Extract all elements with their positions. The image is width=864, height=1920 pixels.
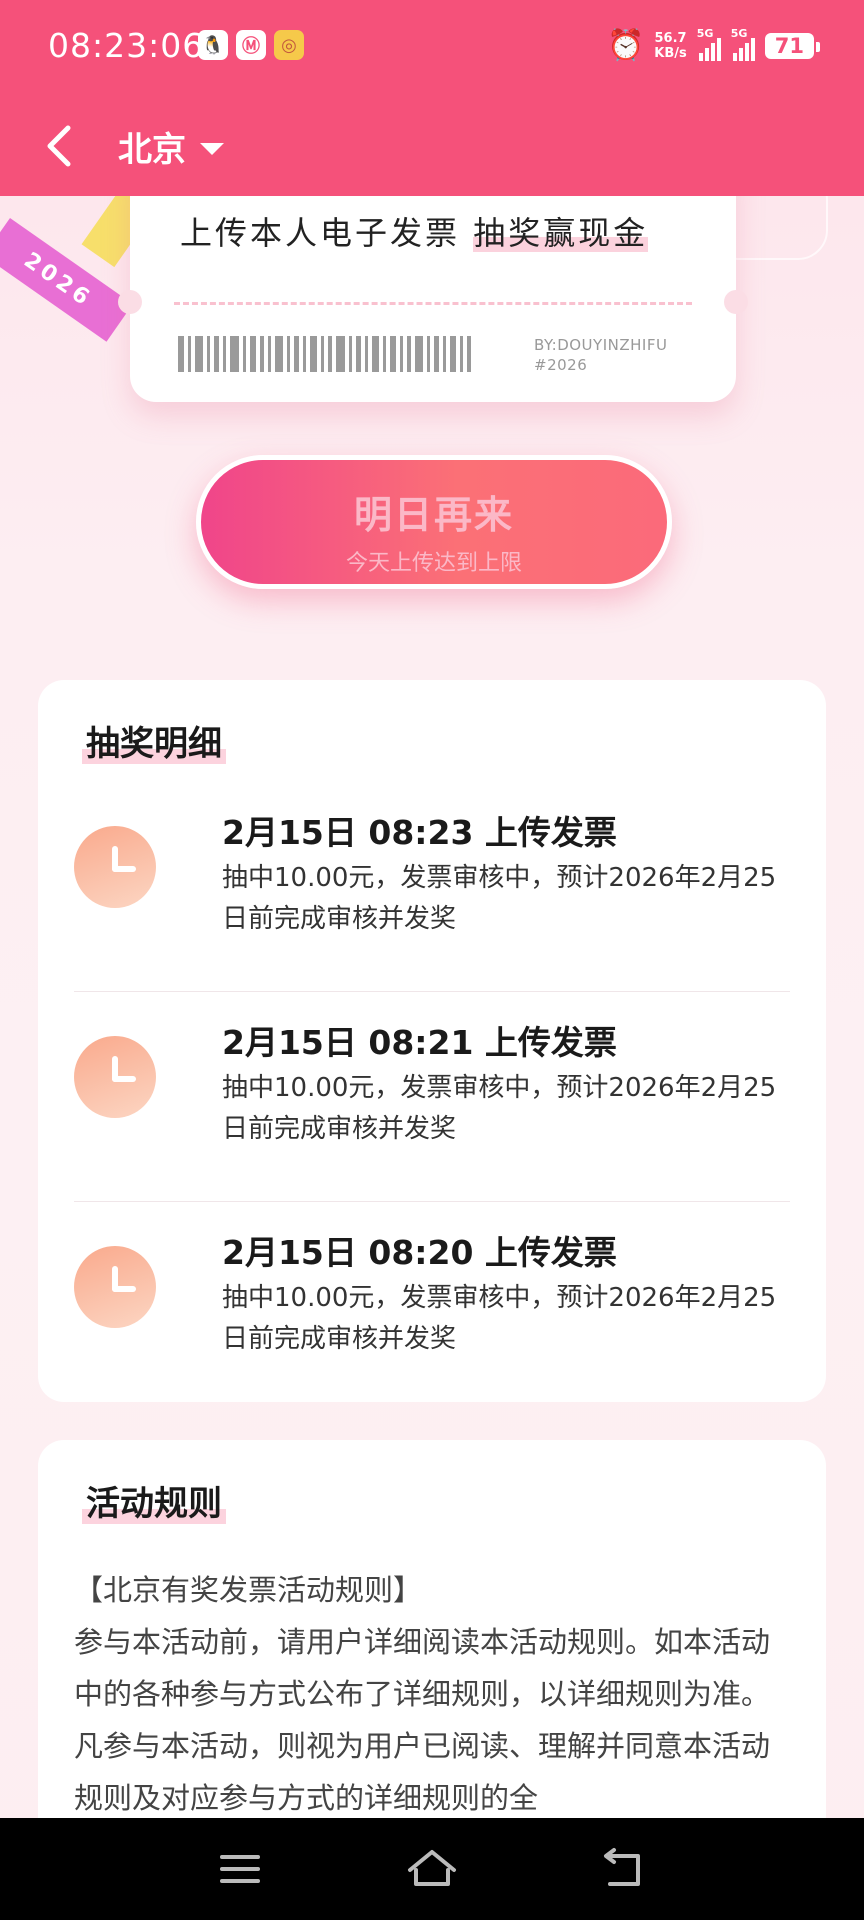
list-item[interactable]: 2月15日 08:21 上传发票 抽中10.00元，发票审核中，预计2026年2… bbox=[74, 992, 790, 1202]
home-icon bbox=[408, 1850, 456, 1886]
clock-icon bbox=[74, 1246, 156, 1328]
system-nav-bar bbox=[0, 1818, 864, 1920]
qq-icon: 🐧 bbox=[198, 30, 228, 60]
list-item[interactable]: 2月15日 08:20 上传发票 抽中10.00元，发票审核中，预计2026年2… bbox=[74, 1202, 790, 1412]
caret-down-icon bbox=[200, 142, 224, 155]
record-description: 抽中10.00元，发票审核中，预计2026年2月25日前完成审核并发奖 bbox=[222, 863, 777, 934]
rules-text: 【北京有奖发票活动规则】 参与本活动前，请用户详细阅读本活动规则。如本活动中的各… bbox=[74, 1564, 794, 1824]
record-title: 2月15日 08:21 上传发票 bbox=[222, 1023, 617, 1062]
status-bar: 08:23:06 🐧 Ⓜ ◎ ⏰ 56.7 KB/s 5G 5G 71 bbox=[0, 0, 864, 96]
barcode-icon bbox=[178, 336, 475, 372]
rules-body: 参与本活动前，请用户详细阅读本活动规则。如本活动中的各种参与方式公布了详细规则，… bbox=[74, 1625, 771, 1815]
menu-button[interactable] bbox=[210, 1844, 270, 1894]
chevron-left-icon bbox=[47, 125, 71, 167]
rules-heading: 【北京有奖发票活动规则】 bbox=[74, 1573, 423, 1607]
ticket-notch-left bbox=[118, 290, 142, 314]
city-selector[interactable]: 北京 bbox=[118, 122, 224, 171]
activity-rules-card: 活动规则 【北京有奖发票活动规则】 参与本活动前，请用户详细阅读本活动规则。如本… bbox=[38, 1440, 826, 1860]
nav-row: 北京 bbox=[0, 96, 864, 196]
ticket-byline: BY:DOUYINZHIFU #2026 bbox=[534, 336, 668, 374]
record-title: 2月15日 08:20 上传发票 bbox=[222, 1233, 617, 1272]
bank-app-icon: Ⓜ bbox=[236, 30, 266, 60]
promo-ticket: 上传本人电子发票 抽奖赢现金 BY:DOUYINZHIFU #2026 bbox=[118, 160, 748, 402]
net-speed: 56.7 KB/s bbox=[654, 30, 687, 61]
ticket-divider bbox=[174, 302, 692, 305]
return-icon bbox=[604, 1848, 640, 1886]
reward-app-icon: ◎ bbox=[274, 30, 304, 60]
cta-main-label: 明日再来 bbox=[353, 493, 514, 537]
list-item[interactable]: 2月15日 08:23 上传发票 抽中10.00元，发票审核中，预计2026年2… bbox=[74, 782, 790, 992]
record-description: 抽中10.00元，发票审核中，预计2026年2月25日前完成审核并发奖 bbox=[222, 1073, 777, 1144]
lottery-details-card: 抽奖明细 2月15日 08:23 上传发票 抽中10.00元，发票审核中，预计2… bbox=[38, 680, 826, 1402]
notification-icons: 🐧 Ⓜ ◎ bbox=[198, 30, 304, 60]
ticket-headline: 上传本人电子发票 抽奖赢现金 bbox=[180, 214, 649, 252]
top-bar: 08:23:06 🐧 Ⓜ ◎ ⏰ 56.7 KB/s 5G 5G 71 北京 bbox=[0, 0, 864, 196]
alarm-icon: ⏰ bbox=[606, 28, 645, 63]
city-label: 北京 bbox=[118, 130, 186, 170]
back-button[interactable] bbox=[34, 116, 94, 176]
home-button[interactable] bbox=[402, 1844, 462, 1894]
record-title: 2月15日 08:23 上传发票 bbox=[222, 813, 617, 852]
status-time: 08:23:06 bbox=[48, 26, 205, 65]
back-nav-button[interactable] bbox=[594, 1844, 654, 1894]
record-description: 抽中10.00元，发票审核中，预计2026年2月25日前完成审核并发奖 bbox=[222, 1283, 777, 1354]
ticket-notch-right bbox=[724, 290, 748, 314]
menu-icon bbox=[220, 1855, 260, 1883]
clock-icon bbox=[74, 826, 156, 908]
lottery-details-title: 抽奖明细 bbox=[82, 716, 226, 765]
signal-icon-2: 5G bbox=[731, 27, 755, 61]
come-back-tomorrow-button[interactable]: 明日再来 今天上传达到上限 bbox=[196, 455, 672, 589]
clock-icon bbox=[74, 1036, 156, 1118]
battery-indicator: 71 bbox=[764, 32, 821, 59]
activity-rules-title: 活动规则 bbox=[82, 1476, 226, 1525]
signal-icon: 5G bbox=[697, 27, 721, 61]
cta-sub-label: 今天上传达到上限 bbox=[345, 551, 522, 576]
